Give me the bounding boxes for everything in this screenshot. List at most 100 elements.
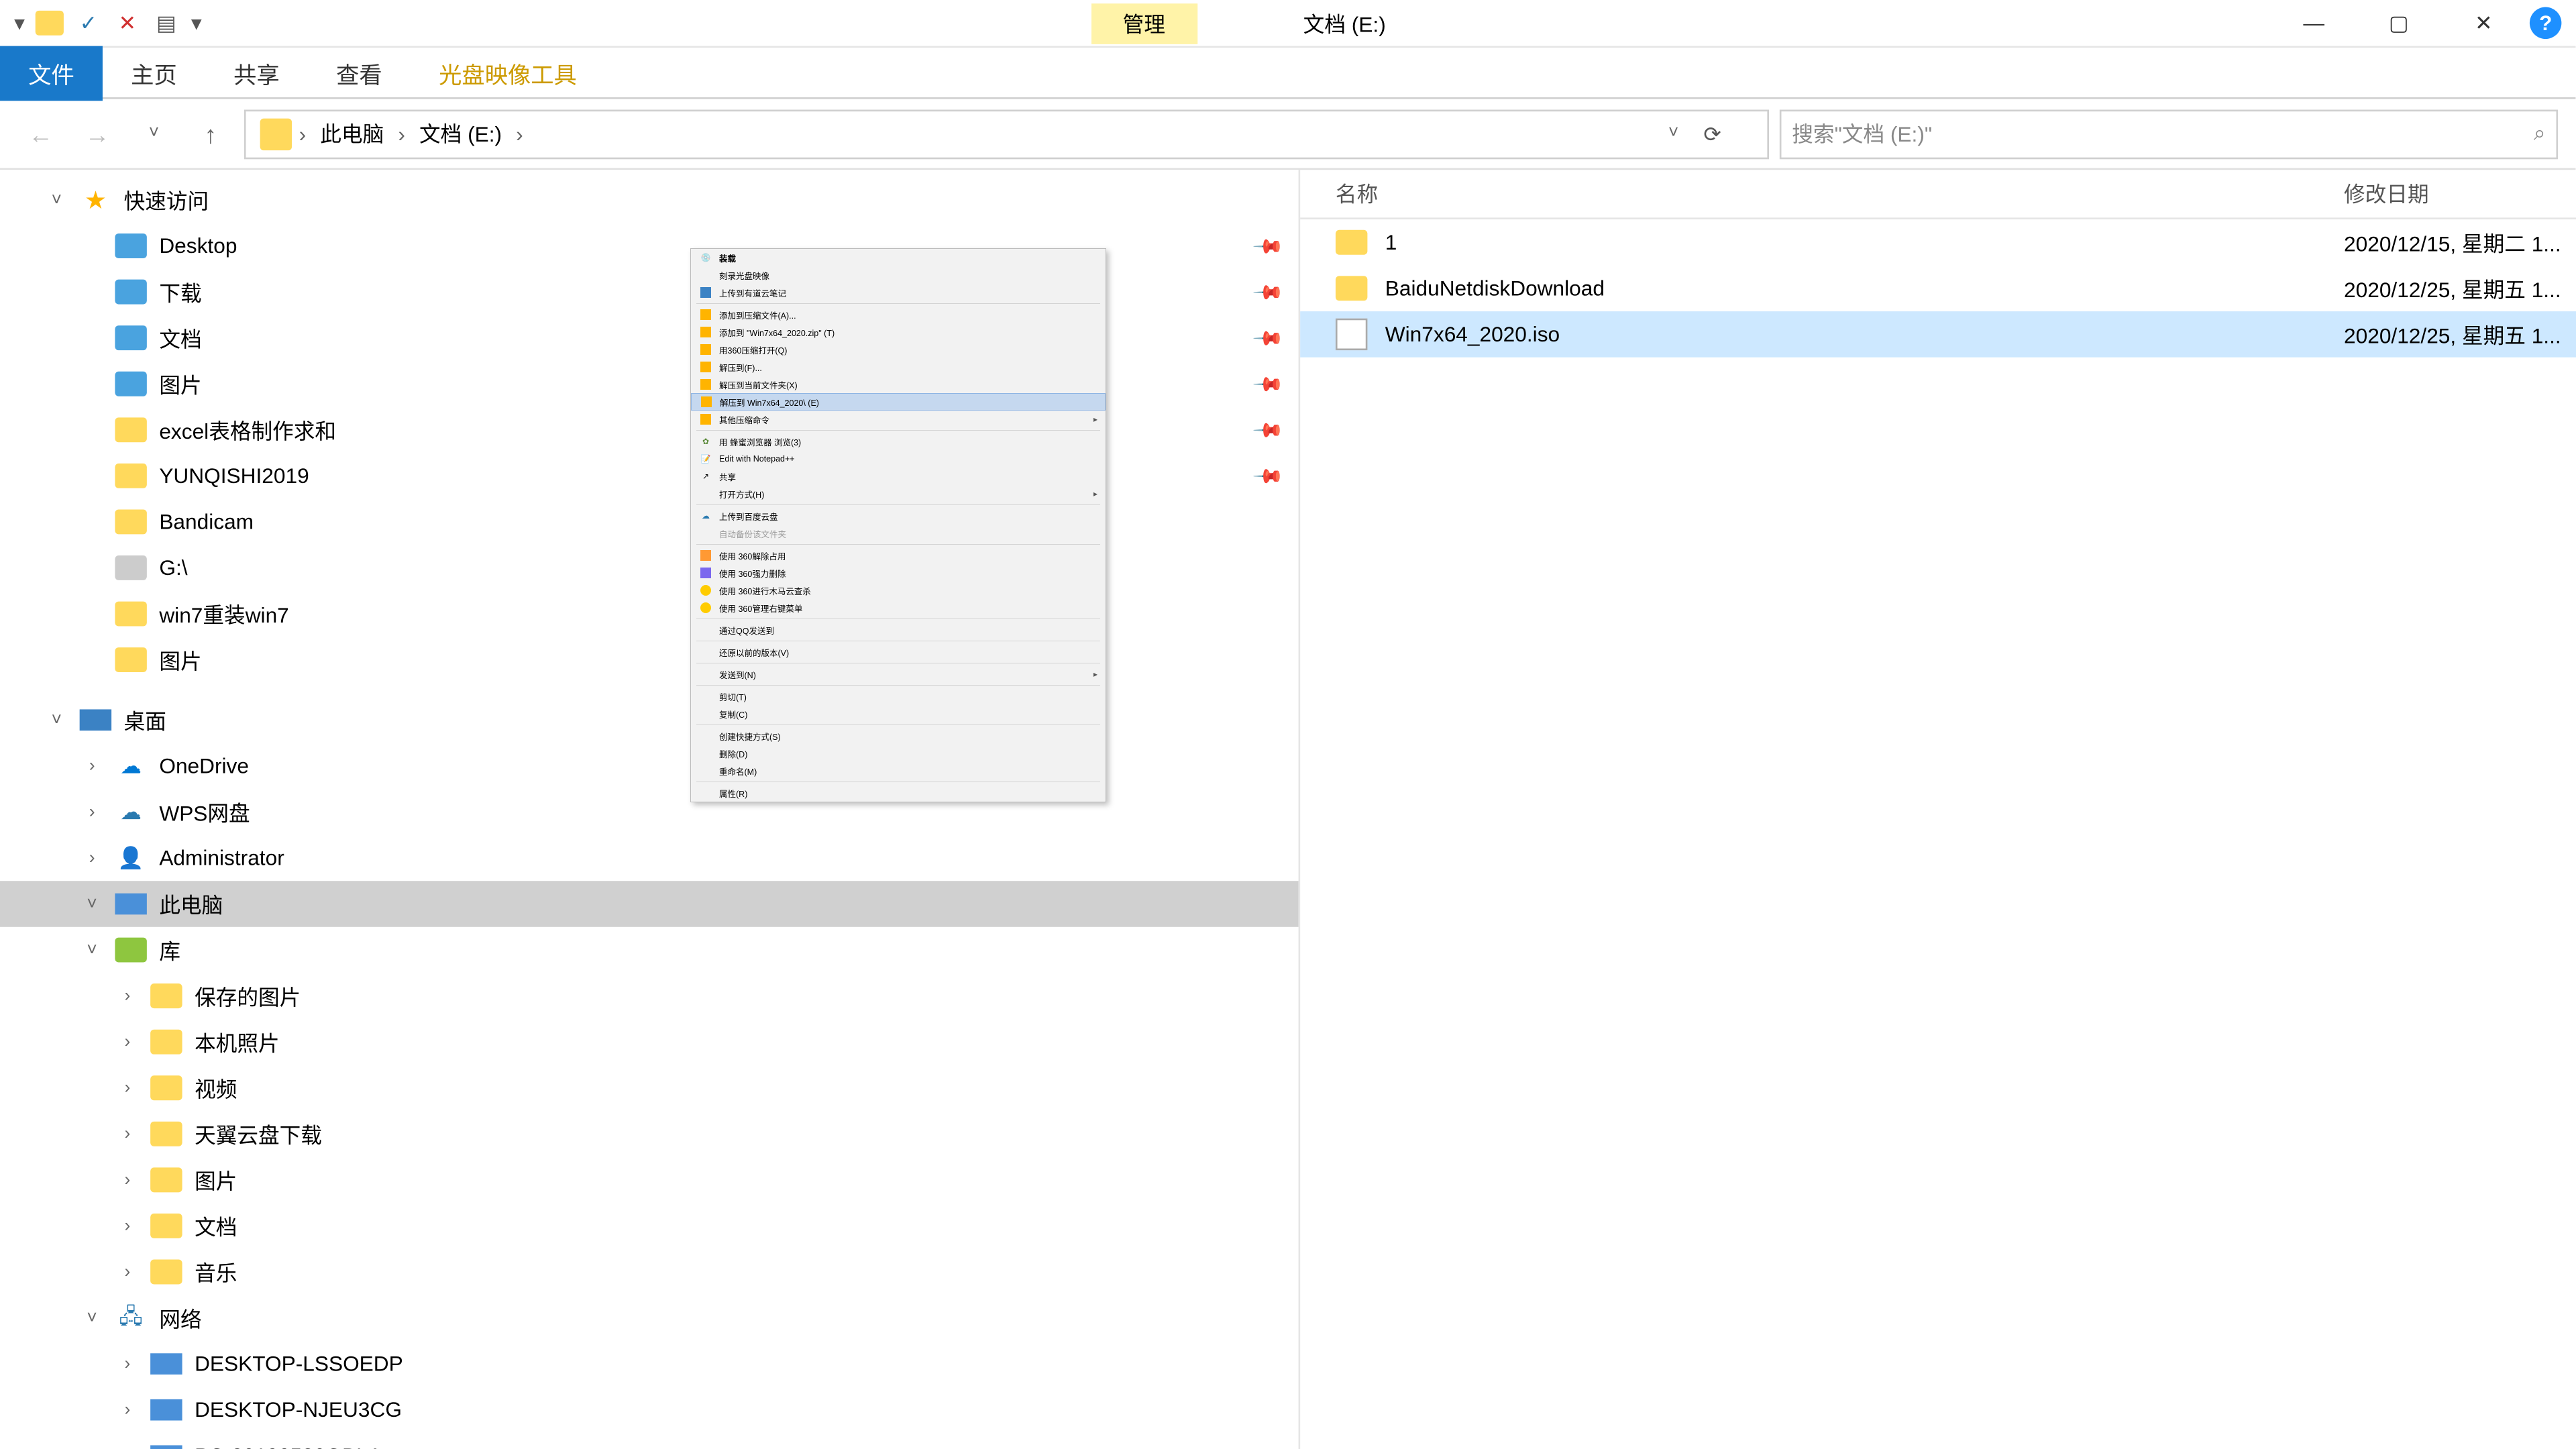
chevron-icon[interactable]: › xyxy=(117,1400,138,1419)
chevron-icon[interactable]: › xyxy=(81,802,103,822)
context-tab[interactable]: 管理 xyxy=(1091,3,1197,44)
close-button[interactable]: ✕ xyxy=(2445,0,2522,47)
breadcrumb-part[interactable]: 此电脑 xyxy=(313,119,391,149)
chevron-icon[interactable]: › xyxy=(117,1446,138,1449)
tree-item[interactable]: ›保存的图片 xyxy=(0,973,1299,1019)
chevron-icon[interactable]: › xyxy=(117,1354,138,1374)
tree-item[interactable]: ˅此电脑 xyxy=(0,881,1299,927)
chevron-icon[interactable]: › xyxy=(81,848,103,867)
context-menu-item[interactable]: 剪切(T) xyxy=(691,688,1106,705)
tree-item[interactable]: ›PC-20190530OBLA xyxy=(0,1433,1299,1449)
chevron-icon[interactable]: ˅ xyxy=(81,1308,103,1328)
back-button[interactable]: ← xyxy=(17,111,64,157)
menu-item-label: 装载 xyxy=(719,252,1097,264)
context-menu-item[interactable]: 刻录光盘映像 xyxy=(691,266,1106,284)
context-menu-item[interactable]: 使用 360管理右键菜单 xyxy=(691,599,1106,616)
context-menu-item[interactable]: 打开方式(H)▸ xyxy=(691,485,1106,502)
chevron-icon[interactable]: › xyxy=(117,1124,138,1144)
context-menu-item[interactable]: 发送到(N)▸ xyxy=(691,665,1106,683)
context-menu-item[interactable]: 解压到(F)... xyxy=(691,358,1106,376)
chevron-icon[interactable]: ˅ xyxy=(46,190,68,209)
search-input[interactable]: 搜索"文档 (E:)" ⌕ xyxy=(1780,109,2558,158)
tab-home[interactable]: 主页 xyxy=(103,45,205,100)
tree-item[interactable]: ›音乐 xyxy=(0,1249,1299,1295)
context-menu-item[interactable]: 添加到压缩文件(A)... xyxy=(691,306,1106,323)
tree-item[interactable]: ›本机照片 xyxy=(0,1019,1299,1065)
chevron-icon[interactable]: › xyxy=(117,1262,138,1281)
chevron-icon[interactable]: ˅ xyxy=(46,710,68,730)
tree-item[interactable]: ›视频 xyxy=(0,1065,1299,1111)
column-name[interactable]: 名称 xyxy=(1336,178,2344,209)
tree-label: 下载 xyxy=(159,277,201,307)
context-menu-item[interactable]: ☁上传到百度云盘 xyxy=(691,507,1106,525)
context-menu-item[interactable]: 其他压缩命令▸ xyxy=(691,411,1106,428)
file-row[interactable]: BaiduNetdiskDownload2020/12/25, 星期五 1...… xyxy=(1300,266,2576,312)
chevron-icon[interactable]: ˅ xyxy=(81,941,103,960)
recent-dropdown-icon[interactable]: ˅ xyxy=(131,111,177,157)
chevron-icon[interactable]: › xyxy=(117,1078,138,1097)
chevron-right-icon[interactable]: › xyxy=(398,121,405,146)
file-row[interactable]: 12020/12/15, 星期二 1...文件夹 xyxy=(1300,219,2576,266)
tree-item[interactable]: ˅★快速访问 xyxy=(0,177,1299,223)
tab-disc-tools[interactable]: 光盘映像工具 xyxy=(411,45,605,100)
menu-item-label: 通过QQ发送到 xyxy=(719,624,1097,637)
chevron-icon[interactable]: › xyxy=(117,1216,138,1236)
context-menu-item[interactable]: 用360压缩打开(Q) xyxy=(691,341,1106,358)
delete-icon[interactable]: ✕ xyxy=(113,9,142,37)
context-menu-item[interactable]: 添加到 "Win7x64_2020.zip" (T) xyxy=(691,323,1106,341)
tab-view[interactable]: 查看 xyxy=(308,45,411,100)
tab-share[interactable]: 共享 xyxy=(205,45,308,100)
chevron-icon[interactable]: › xyxy=(117,1032,138,1052)
props-icon[interactable]: ▤ xyxy=(152,9,180,37)
chevron-icon[interactable]: › xyxy=(81,756,103,775)
tree-item[interactable]: ›👤Administrator xyxy=(0,835,1299,881)
chevron-icon[interactable]: › xyxy=(117,986,138,1006)
context-menu-item[interactable]: 创建快捷方式(S) xyxy=(691,727,1106,745)
tree-icon xyxy=(149,980,184,1012)
tree-item[interactable]: ˅库 xyxy=(0,927,1299,973)
file-list: 名称 修改日期 类型 大小 12020/12/15, 星期二 1...文件夹Ba… xyxy=(1300,170,2576,1449)
context-menu-item[interactable]: 复制(C) xyxy=(691,705,1106,722)
help-icon[interactable]: ? xyxy=(2530,7,2561,39)
chevron-right-icon[interactable]: › xyxy=(299,121,307,146)
context-menu-item[interactable]: 使用 360强力删除 xyxy=(691,564,1106,582)
forward-button[interactable]: → xyxy=(74,111,121,157)
qat-more-icon[interactable]: ▾ xyxy=(191,11,202,36)
context-menu-item[interactable]: ✿用 蜂蜜浏览器 浏览(3) xyxy=(691,433,1106,450)
context-menu-item[interactable]: 解压到当前文件夹(X) xyxy=(691,376,1106,393)
context-menu-item[interactable]: 删除(D) xyxy=(691,745,1106,762)
maximize-button[interactable]: ▢ xyxy=(2360,0,2438,47)
context-menu-item[interactable]: 解压到 Win7x64_2020\ (E) xyxy=(691,393,1106,411)
context-menu-item[interactable]: 重命名(M) xyxy=(691,762,1106,780)
tab-file[interactable]: 文件 xyxy=(0,45,103,100)
tree-item[interactable]: ›DESKTOP-LSSOEDP xyxy=(0,1341,1299,1387)
minimize-button[interactable]: — xyxy=(2275,0,2353,47)
tree-item[interactable]: ›文档 xyxy=(0,1203,1299,1249)
context-menu-item[interactable]: 属性(R) xyxy=(691,784,1106,802)
breadcrumb-dropdown-icon[interactable]: ˅ xyxy=(1650,111,1697,157)
chevron-icon[interactable]: ˅ xyxy=(81,894,103,914)
breadcrumb[interactable]: › 此电脑 › 文档 (E:) › ˅ ⟳ xyxy=(244,109,1769,158)
tree-item[interactable]: ›图片 xyxy=(0,1157,1299,1203)
file-row[interactable]: Win7x64_2020.iso2020/12/25, 星期五 1...光盘映像… xyxy=(1300,311,2576,358)
context-menu-item[interactable]: 使用 360解除占用 xyxy=(691,547,1106,564)
tree-item[interactable]: ˅🖧网络 xyxy=(0,1295,1299,1341)
up-button[interactable]: ↑ xyxy=(188,111,234,157)
folder-icon[interactable] xyxy=(36,9,64,37)
context-menu-item[interactable]: 上传到有道云笔记 xyxy=(691,284,1106,301)
tree-item[interactable]: ›天翼云盘下载 xyxy=(0,1111,1299,1157)
context-menu-item[interactable]: 还原以前的版本(V) xyxy=(691,643,1106,661)
column-date[interactable]: 修改日期 xyxy=(2344,178,2576,209)
context-menu-item[interactable]: 使用 360进行木马云查杀 xyxy=(691,582,1106,599)
qat-dropdown-icon[interactable]: ▾ xyxy=(14,11,25,36)
refresh-button[interactable]: ⟳ xyxy=(1703,121,1753,146)
breadcrumb-part[interactable]: 文档 (E:) xyxy=(412,119,508,149)
chevron-icon[interactable]: › xyxy=(117,1170,138,1189)
context-menu-item[interactable]: 💿装载 xyxy=(691,249,1106,266)
save-icon[interactable]: ✓ xyxy=(74,9,103,37)
chevron-right-icon[interactable]: › xyxy=(516,121,523,146)
context-menu-item[interactable]: 通过QQ发送到 xyxy=(691,621,1106,639)
context-menu-item[interactable]: 📝Edit with Notepad++ xyxy=(691,450,1106,468)
tree-item[interactable]: ›DESKTOP-NJEU3CG xyxy=(0,1387,1299,1433)
context-menu-item[interactable]: ↗共享 xyxy=(691,468,1106,485)
